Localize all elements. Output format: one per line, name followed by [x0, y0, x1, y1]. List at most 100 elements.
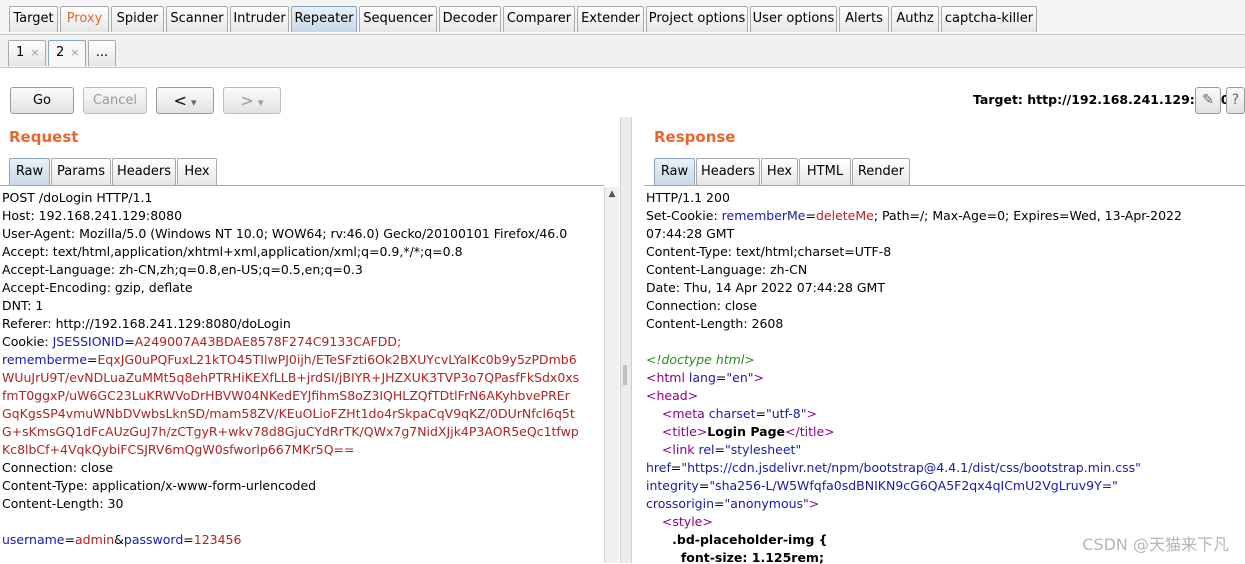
html-line: <head> — [646, 387, 1245, 405]
html-attr: lang — [684, 370, 716, 385]
help-icon: ? — [1231, 92, 1240, 108]
html-line: <style> — [646, 513, 1245, 531]
request-line: Content-Length: 30 — [2, 496, 124, 511]
repeater-tab-bar: 1 × 2 × ... — [0, 35, 1245, 68]
html-attr: rel — [694, 442, 715, 457]
cookie-value: WUuJrU9T/evNDLuaZuMMt5q8ehPTRHiKEXfLLB+j… — [2, 370, 580, 385]
back-button[interactable]: < ▾ — [156, 87, 214, 114]
cookie-prefix: Cookie: — [2, 334, 53, 349]
response-tab-hex[interactable]: Hex — [761, 158, 798, 185]
response-tab-raw[interactable]: Raw — [654, 158, 695, 185]
html-tag: <link — [661, 442, 695, 457]
tab-decoder[interactable]: Decoder — [439, 6, 501, 32]
cookie-value: deleteMe — [815, 208, 874, 223]
html-attr: charset — [704, 406, 756, 421]
forward-button[interactable]: > ▾ — [223, 87, 281, 114]
response-line: Date: Thu, 14 Apr 2022 07:44:28 GMT — [646, 280, 885, 295]
html-attr-value: "sha256-L/W5Wfqfa0sdBNIKN9cG6QA5F2qx4qIC… — [709, 478, 1118, 493]
html-tag: <style> — [661, 514, 713, 529]
dropdown-icon: ▾ — [191, 96, 197, 109]
tab-project-options[interactable]: Project options — [646, 6, 748, 32]
edit-target-button[interactable]: ✎ — [1195, 87, 1221, 114]
response-tab-render[interactable]: Render — [852, 158, 910, 185]
response-line: Content-Language: zh-CN — [646, 262, 808, 277]
cookie-line: rememberme=EqxJG0uPQFuxL21kTO45TIlwPJ0ij… — [2, 352, 577, 367]
request-line: DNT: 1 — [2, 298, 44, 313]
tab-proxy[interactable]: Proxy — [60, 6, 109, 32]
close-icon[interactable]: × — [30, 46, 39, 59]
repeater-tab-new[interactable]: ... — [88, 40, 116, 66]
request-line: Accept: text/html,application/xhtml+xml,… — [2, 244, 463, 259]
cookie-line: Cookie: JSESSIONID=A249007A43BDAE8578F27… — [2, 334, 402, 349]
main-tab-bar: Target Proxy Spider Scanner Intruder Rep… — [0, 0, 1245, 35]
html-attr-value: "https://cdn.jsdelivr.net/npm/bootstrap@… — [681, 460, 1141, 475]
repeater-tab-label: 2 — [56, 45, 65, 60]
html-tag: <html — [646, 370, 685, 385]
response-tab-html[interactable]: HTML — [799, 158, 851, 185]
tab-user-options[interactable]: User options — [750, 6, 837, 32]
request-tab-headers[interactable]: Headers — [112, 158, 176, 185]
tab-scanner[interactable]: Scanner — [166, 6, 228, 32]
request-editor[interactable]: POST /doLogin HTTP/1.1 Host: 192.168.241… — [0, 185, 604, 564]
css-selector: .bd-placeholder-img { — [672, 532, 828, 547]
request-line: Referer: http://192.168.241.129:8080/doL… — [2, 316, 291, 331]
html-attr: integrity — [646, 478, 699, 493]
tab-repeater[interactable]: Repeater — [291, 6, 357, 32]
html-tag-close: > — [753, 370, 765, 385]
response-line: HTTP/1.1 200 — [646, 190, 730, 205]
cookie-value: EqxJG0uPQFuxL21kTO45TIlwPJ0ijh/ETeSFzti6… — [97, 352, 577, 367]
html-line: <html lang="en"> — [646, 370, 765, 385]
set-cookie-prefix: Set-Cookie: — [646, 208, 722, 223]
pane-splitter[interactable] — [620, 117, 632, 563]
html-tag: </title> — [785, 424, 835, 439]
request-tab-params[interactable]: Params — [51, 158, 111, 185]
response-line: 07:44:28 GMT — [646, 226, 735, 241]
cookie-value: A249007A43BDAE8578F274C9133CAFDD; — [134, 334, 402, 349]
tab-spider[interactable]: Spider — [111, 6, 164, 32]
repeater-tab-2[interactable]: 2 × — [48, 40, 86, 66]
cookie-value: G+sKmsGQ1dFcAUzGuJ7h/zCTgyR+wkv78d8GjuCY… — [2, 424, 579, 439]
pencil-icon: ✎ — [1202, 92, 1214, 108]
html-line: <title>Login Page</title> — [646, 423, 1245, 441]
tab-captcha-killer[interactable]: captcha-killer — [941, 6, 1037, 32]
request-line: POST /doLogin HTTP/1.1 — [2, 190, 153, 205]
request-tab-raw[interactable]: Raw — [9, 158, 50, 185]
scroll-up-icon[interactable]: ▲ — [605, 187, 619, 201]
go-button[interactable]: Go — [10, 87, 74, 114]
tab-comparer[interactable]: Comparer — [503, 6, 575, 32]
close-icon[interactable]: × — [70, 46, 79, 59]
html-attr-value: "stylesheet" — [725, 442, 802, 457]
cancel-button[interactable]: Cancel — [83, 87, 147, 114]
request-body: username=admin&password=123456 — [2, 532, 242, 547]
request-line: Connection: close — [2, 460, 114, 475]
html-attr: crossorigin — [646, 496, 714, 511]
tab-extender[interactable]: Extender — [577, 6, 644, 32]
request-line: Content-Type: application/x-www-form-url… — [2, 478, 317, 493]
tab-sequencer[interactable]: Sequencer — [359, 6, 437, 32]
title-text: Login Page — [707, 424, 786, 439]
html-tag-close: > — [808, 496, 820, 511]
tab-authz[interactable]: Authz — [891, 6, 939, 32]
cookie-key: rememberme — [2, 352, 88, 367]
help-button[interactable]: ? — [1226, 87, 1245, 114]
html-attr-value: "utf-8" — [765, 406, 807, 421]
splitter-handle[interactable] — [623, 365, 627, 385]
request-tab-hex[interactable]: Hex — [177, 158, 217, 185]
param-value: 123456 — [193, 532, 242, 547]
cookie-value: GqKgsSP4vmuWNbDVwbsLknSD/mam58ZV/KEuOLio… — [2, 406, 575, 421]
html-tag: <head> — [646, 388, 699, 403]
html-tag: <title> — [661, 424, 708, 439]
html-line: <meta charset="utf-8"> — [661, 406, 817, 421]
tab-alerts[interactable]: Alerts — [839, 6, 889, 32]
request-scrollbar[interactable]: ▲ — [604, 187, 619, 563]
param-key: username — [2, 532, 65, 547]
request-line: Accept-Encoding: gzip, deflate — [2, 280, 193, 295]
html-line: href="https://cdn.jsdelivr.net/npm/boots… — [646, 460, 1141, 475]
response-editor[interactable]: HTTP/1.1 200 Set-Cookie: rememberMe=dele… — [644, 185, 1245, 564]
repeater-tab-1[interactable]: 1 × — [8, 40, 46, 66]
tab-target[interactable]: Target — [9, 6, 58, 32]
tab-intruder[interactable]: Intruder — [230, 6, 289, 32]
response-tab-headers[interactable]: Headers — [696, 158, 760, 185]
